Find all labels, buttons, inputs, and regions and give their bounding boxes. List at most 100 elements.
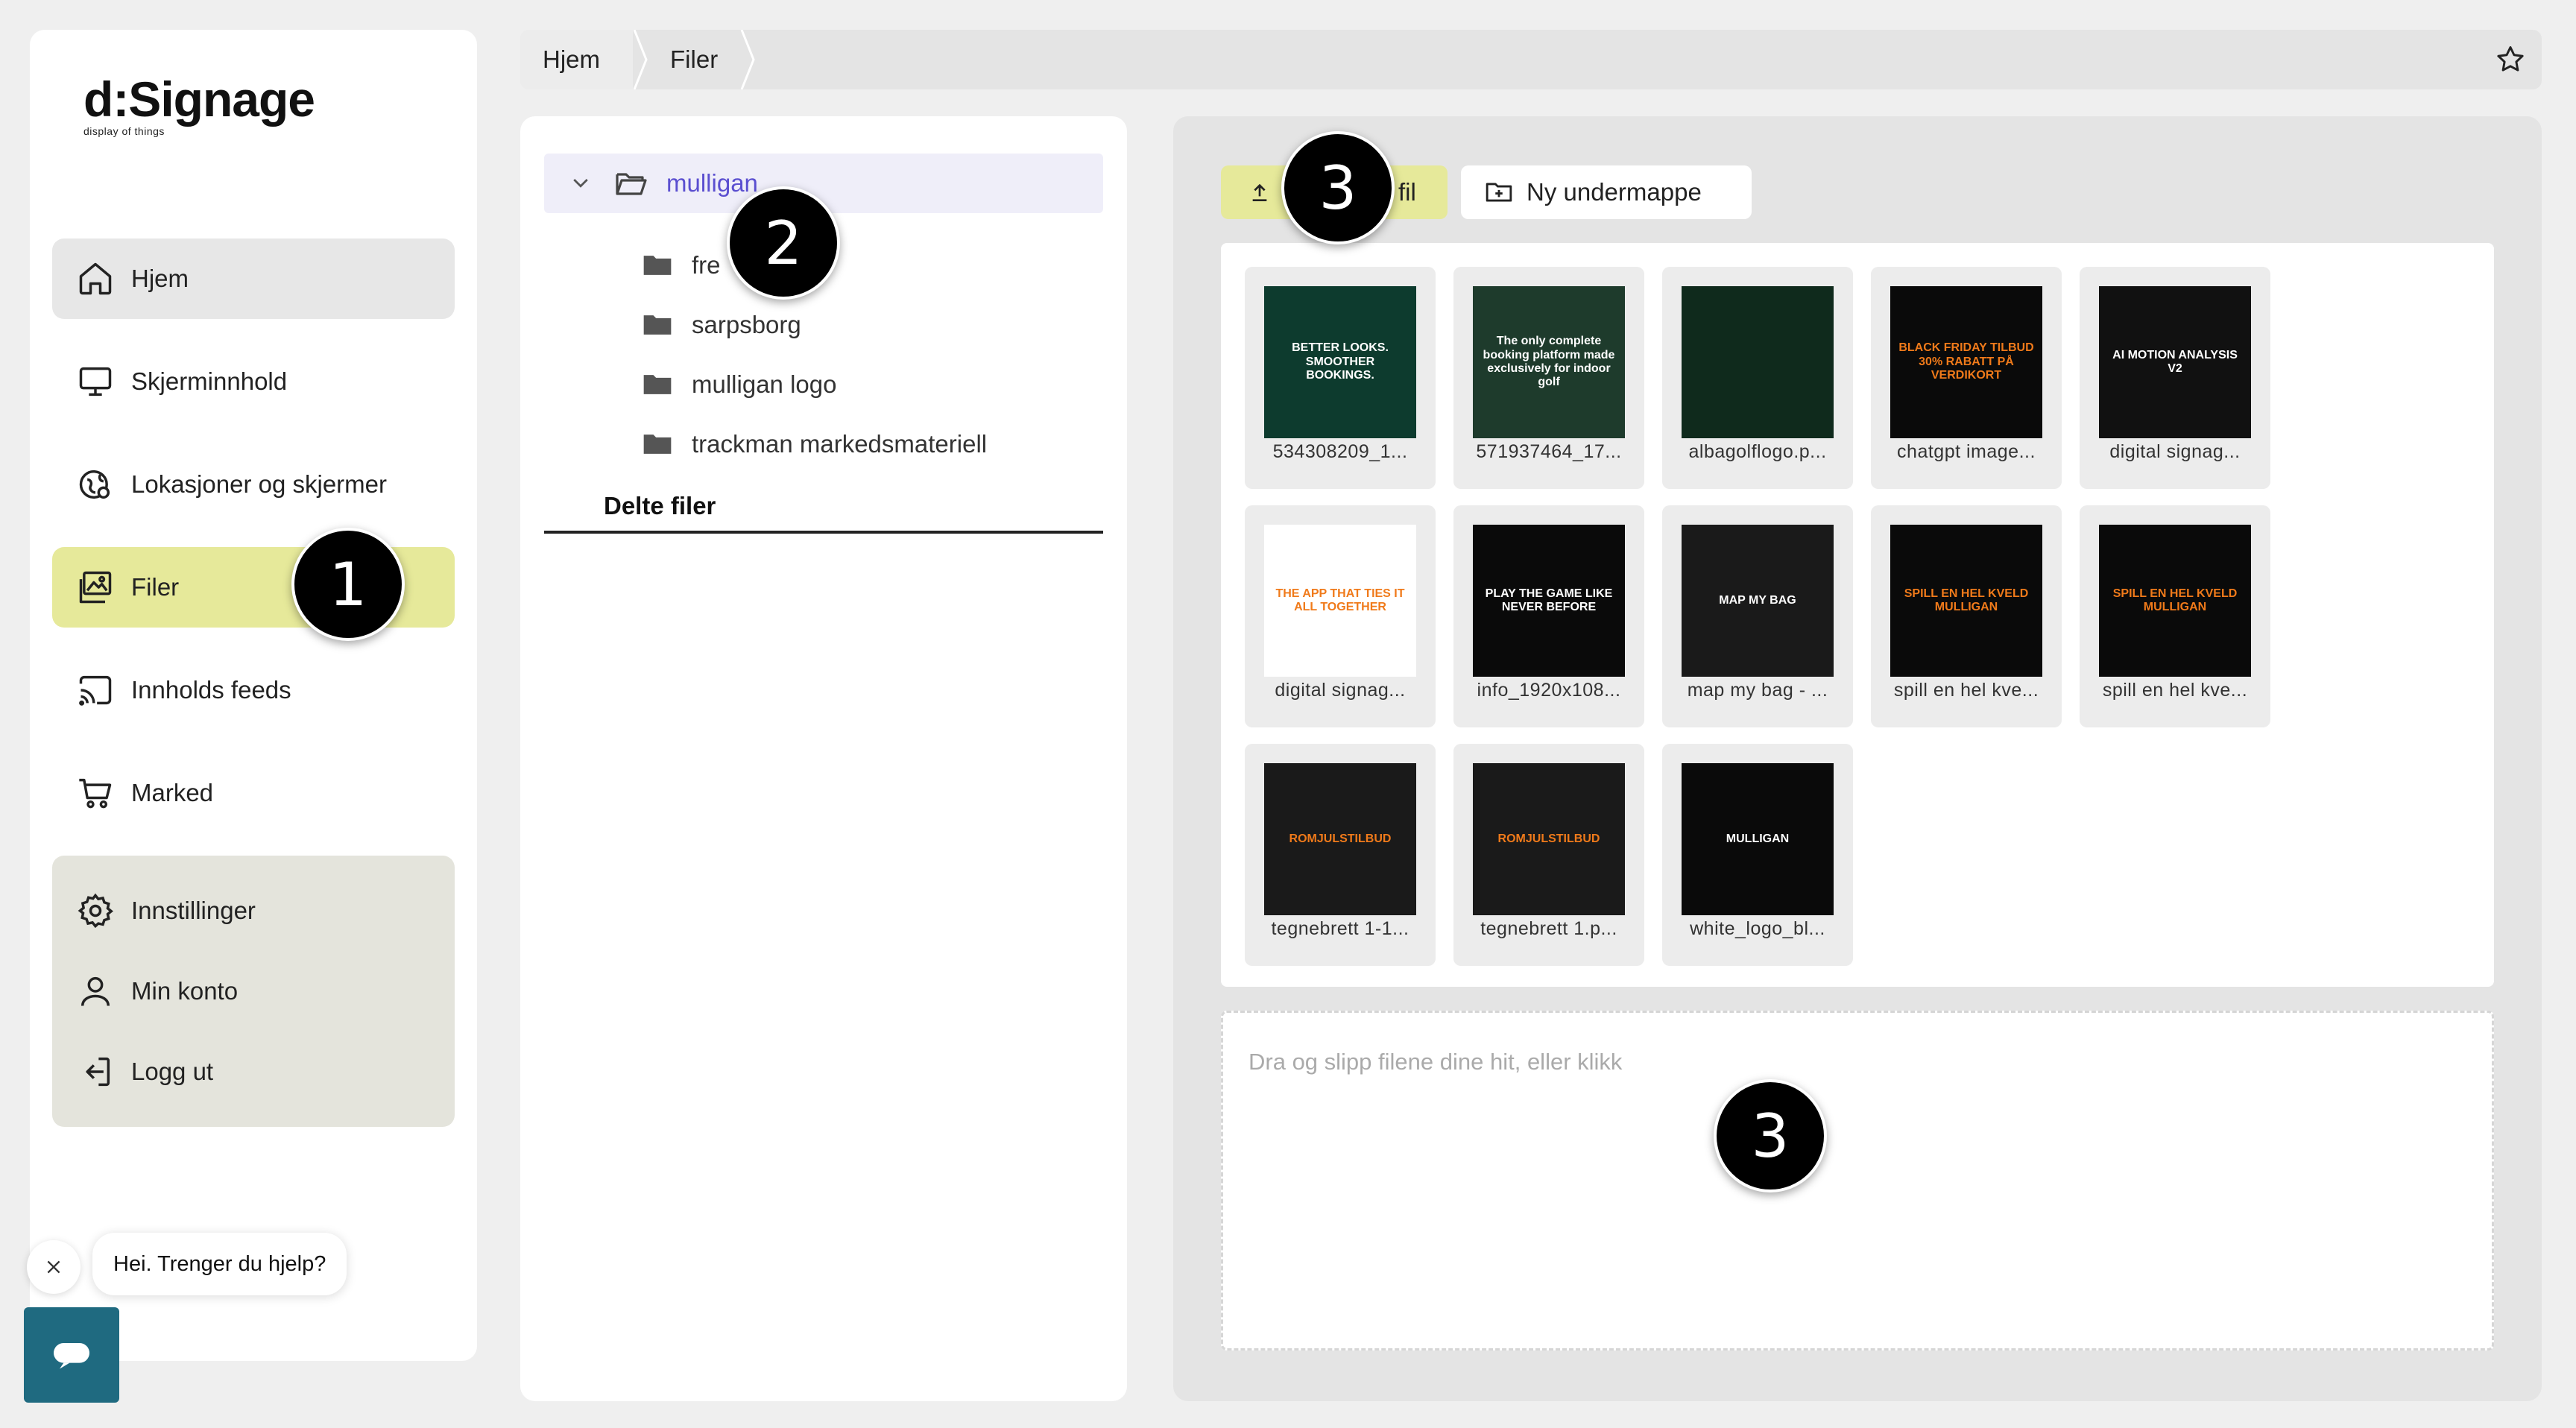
breadcrumb-item-hjem[interactable]: Hjem bbox=[520, 30, 634, 89]
tab-shared-files[interactable]: Delte filer bbox=[544, 486, 1103, 534]
new-subfolder-button[interactable]: Ny undermappe bbox=[1461, 165, 1752, 219]
files-panel: fil Ny undermappe BETTER LOOKS. SMOOTHER… bbox=[1173, 116, 2542, 1401]
chat-icon bbox=[54, 1343, 89, 1369]
file-tile[interactable]: PLAY THE GAME LIKE NEVER BEFORE info_1920… bbox=[1453, 505, 1644, 727]
file-thumbnail: ROMJULSTILBUD bbox=[1473, 763, 1625, 915]
chevron-down-icon[interactable] bbox=[569, 172, 592, 195]
folder-icon bbox=[643, 256, 672, 275]
file-name: 571937464_17... bbox=[1476, 441, 1622, 462]
file-thumbnail: AI MOTION ANALYSIS V2 bbox=[2099, 286, 2251, 438]
file-name: digital signag... bbox=[2109, 441, 2241, 462]
tree-folder-sarpsborg[interactable]: sarpsborg bbox=[641, 303, 801, 347]
dropzone-label: Dra og slipp filene dine hit, eller klik… bbox=[1248, 1049, 1623, 1075]
file-tile[interactable]: albagolflogo.p... bbox=[1662, 267, 1853, 489]
tree-folder-fre[interactable]: fre bbox=[641, 243, 721, 288]
sidebar-item-min-konto[interactable]: Min konto bbox=[52, 951, 455, 1031]
location-icon bbox=[79, 470, 110, 499]
step-marker: 3 bbox=[1281, 131, 1395, 244]
tree-folder-label: mulligan bbox=[666, 169, 758, 197]
sidebar-item-label: Lokasjoner og skjermer bbox=[131, 470, 387, 498]
tree-folder-label: mulligan logo bbox=[692, 370, 837, 398]
file-dropzone[interactable]: Dra og slipp filene dine hit, eller klik… bbox=[1221, 1011, 2494, 1350]
sidebar-item-marked[interactable]: Marked bbox=[52, 753, 455, 833]
sidebar-item-label: Logg ut bbox=[131, 1058, 214, 1085]
sidebar-item-label: Marked bbox=[131, 779, 214, 806]
file-tile[interactable]: SPILL EN HEL KVELD MULLIGAN spill en hel … bbox=[1871, 505, 2062, 727]
file-thumbnail: PLAY THE GAME LIKE NEVER BEFORE bbox=[1473, 525, 1625, 677]
main-nav: Hjem Skjerminnhold Lokasjoner og skjerme… bbox=[52, 238, 455, 1127]
breadcrumb-separator bbox=[740, 30, 755, 89]
file-thumbnail: THE APP THAT TIES IT ALL TOGETHER bbox=[1264, 525, 1416, 677]
file-tile[interactable]: BLACK FRIDAY TILBUD 30% RABATT PÅ VERDIK… bbox=[1871, 267, 2062, 489]
folder-icon bbox=[643, 435, 672, 454]
step-marker: 2 bbox=[727, 186, 840, 300]
close-icon bbox=[47, 1260, 60, 1274]
sidebar-item-logg-ut[interactable]: Logg ut bbox=[52, 1031, 455, 1112]
file-name: info_1920x108... bbox=[1477, 680, 1621, 701]
file-thumbnail: BETTER LOOKS. SMOOTHER BOOKINGS. bbox=[1264, 286, 1416, 438]
folder-tree-panel: mulligan fre sarpsborg mulligan logo tra… bbox=[520, 116, 1127, 1401]
tree-folder-trackman[interactable]: trackman markedsmateriell bbox=[641, 422, 987, 467]
tree-folder-label: fre bbox=[692, 251, 721, 279]
upload-file-label: fil bbox=[1398, 178, 1416, 206]
user-icon bbox=[80, 976, 110, 1006]
breadcrumb: Hjem Filer bbox=[520, 30, 2542, 89]
sidebar-item-lokasjoner[interactable]: Lokasjoner og skjermer bbox=[52, 444, 455, 525]
file-thumbnail: ROMJULSTILBUD bbox=[1264, 763, 1416, 915]
sidebar: d:Signage display of things Hjem Skjermi… bbox=[30, 30, 477, 1361]
file-tile[interactable]: BETTER LOOKS. SMOOTHER BOOKINGS. 53430820… bbox=[1245, 267, 1436, 489]
file-name: chatgpt image... bbox=[1897, 441, 2036, 462]
file-tile[interactable]: MAP MY BAG map my bag - ... bbox=[1662, 505, 1853, 727]
sidebar-item-label: Hjem bbox=[131, 265, 189, 292]
file-name: digital signag... bbox=[1275, 680, 1406, 701]
sidebar-item-skjerminnhold[interactable]: Skjerminnhold bbox=[52, 341, 455, 422]
file-name: tegnebrett 1.p... bbox=[1480, 918, 1617, 939]
file-tile[interactable]: MULLIGAN white_logo_bl... bbox=[1662, 744, 1853, 966]
account-menu: Innstillinger Min konto Logg ut bbox=[52, 856, 455, 1127]
folder-open-icon bbox=[616, 173, 647, 195]
logo[interactable]: d:Signage display of things bbox=[83, 75, 315, 137]
file-thumbnail: The only complete booking platform made … bbox=[1473, 286, 1625, 438]
file-grid: BETTER LOOKS. SMOOTHER BOOKINGS. 53430820… bbox=[1221, 243, 2494, 987]
file-thumbnail: MULLIGAN bbox=[1682, 763, 1834, 915]
tree-folder-label: sarpsborg bbox=[692, 311, 801, 338]
file-name: spill en hel kve... bbox=[1893, 680, 2039, 701]
logo-brand: d:Signage bbox=[83, 72, 315, 127]
cart-icon bbox=[79, 778, 112, 809]
tree-folder-mulligan-logo[interactable]: mulligan logo bbox=[641, 362, 836, 407]
help-close-button[interactable] bbox=[27, 1240, 80, 1294]
cast-icon bbox=[79, 675, 112, 706]
file-name: map my bag - ... bbox=[1687, 680, 1828, 701]
folder-add-icon bbox=[1486, 183, 1512, 202]
gear-icon bbox=[78, 893, 113, 929]
file-name: 534308209_1... bbox=[1272, 441, 1408, 462]
step-marker: 1 bbox=[291, 528, 405, 641]
file-name: albagolflogo.p... bbox=[1688, 441, 1827, 462]
upload-icon bbox=[1252, 183, 1267, 201]
sidebar-item-hjem[interactable]: Hjem bbox=[52, 238, 455, 319]
tree-folder-label: trackman markedsmateriell bbox=[692, 430, 988, 458]
file-name: spill en hel kve... bbox=[2102, 680, 2248, 701]
file-tile[interactable]: ROMJULSTILBUD tegnebrett 1.p... bbox=[1453, 744, 1644, 966]
file-tile[interactable]: AI MOTION ANALYSIS V2 digital signag... bbox=[2080, 267, 2270, 489]
star-icon[interactable] bbox=[2494, 43, 2527, 76]
home-icon bbox=[79, 262, 112, 295]
breadcrumb-item-filer[interactable]: Filer bbox=[648, 30, 740, 89]
file-thumbnail: SPILL EN HEL KVELD MULLIGAN bbox=[2099, 525, 2251, 677]
file-name: tegnebrett 1-1... bbox=[1271, 918, 1409, 939]
logout-icon bbox=[86, 1057, 110, 1087]
sidebar-item-label: Filer bbox=[131, 573, 180, 601]
help-message[interactable]: Hei. Trenger du hjelp? bbox=[92, 1233, 347, 1295]
sidebar-item-label: Skjerminnhold bbox=[131, 367, 288, 395]
file-tile[interactable]: The only complete booking platform made … bbox=[1453, 267, 1644, 489]
new-subfolder-label: Ny undermappe bbox=[1527, 178, 1702, 206]
sidebar-item-innholds-feeds[interactable]: Innholds feeds bbox=[52, 650, 455, 730]
file-tile[interactable]: SPILL EN HEL KVELD MULLIGAN spill en hel … bbox=[2080, 505, 2270, 727]
sidebar-item-innstillinger[interactable]: Innstillinger bbox=[52, 871, 455, 951]
logo-tagline: display of things bbox=[83, 125, 165, 137]
folder-icon bbox=[643, 315, 672, 335]
file-thumbnail: MAP MY BAG bbox=[1682, 525, 1834, 677]
chat-button[interactable] bbox=[24, 1307, 119, 1403]
file-tile[interactable]: THE APP THAT TIES IT ALL TOGETHER digital… bbox=[1245, 505, 1436, 727]
file-tile[interactable]: ROMJULSTILBUD tegnebrett 1-1... bbox=[1245, 744, 1436, 966]
